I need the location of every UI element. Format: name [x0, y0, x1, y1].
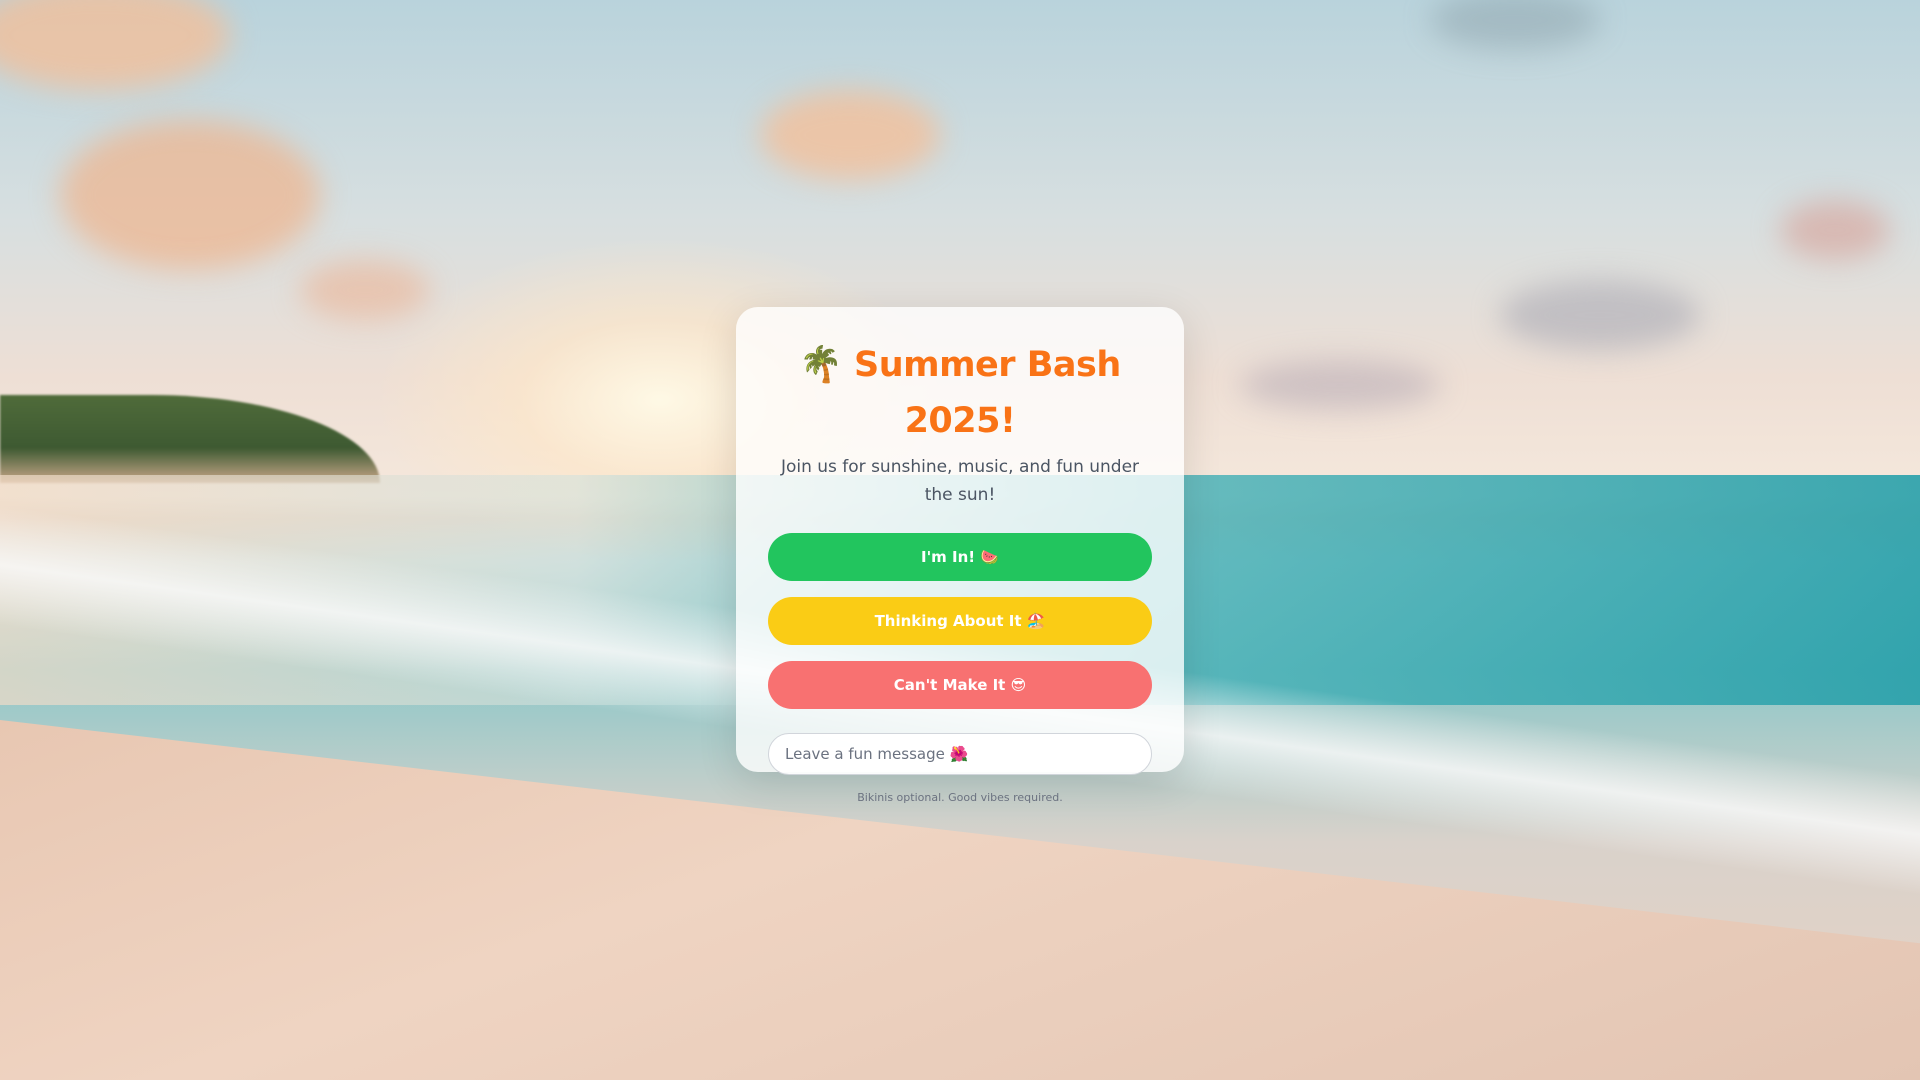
- beach-background: 🌴 Summer Bash 2025! Join us for sunshine…: [0, 0, 1920, 1080]
- cant-make-it-button[interactable]: Can't Make It 😎: [768, 661, 1152, 709]
- footnote: Bikinis optional. Good vibes required.: [857, 791, 1063, 804]
- cloud: [1430, 0, 1600, 50]
- cloud: [1780, 200, 1890, 260]
- page-title: 🌴 Summer Bash 2025!: [799, 345, 1121, 441]
- palm-shoreline: [0, 395, 380, 483]
- cloud: [1500, 280, 1700, 350]
- cloud: [60, 120, 320, 270]
- invite-subtitle: Join us for sunshine, music, and fun und…: [780, 457, 1140, 505]
- fun-message-input[interactable]: [768, 733, 1152, 775]
- cloud: [300, 260, 430, 320]
- cloud: [0, 0, 230, 90]
- thinking-about-it-button[interactable]: Thinking About It 🏖️: [768, 597, 1152, 645]
- im-in-button[interactable]: I'm In! 🍉: [768, 533, 1152, 581]
- rsvp-card: 🌴 Summer Bash 2025! Join us for sunshine…: [736, 307, 1184, 804]
- cloud: [1240, 360, 1440, 410]
- cloud: [760, 90, 940, 180]
